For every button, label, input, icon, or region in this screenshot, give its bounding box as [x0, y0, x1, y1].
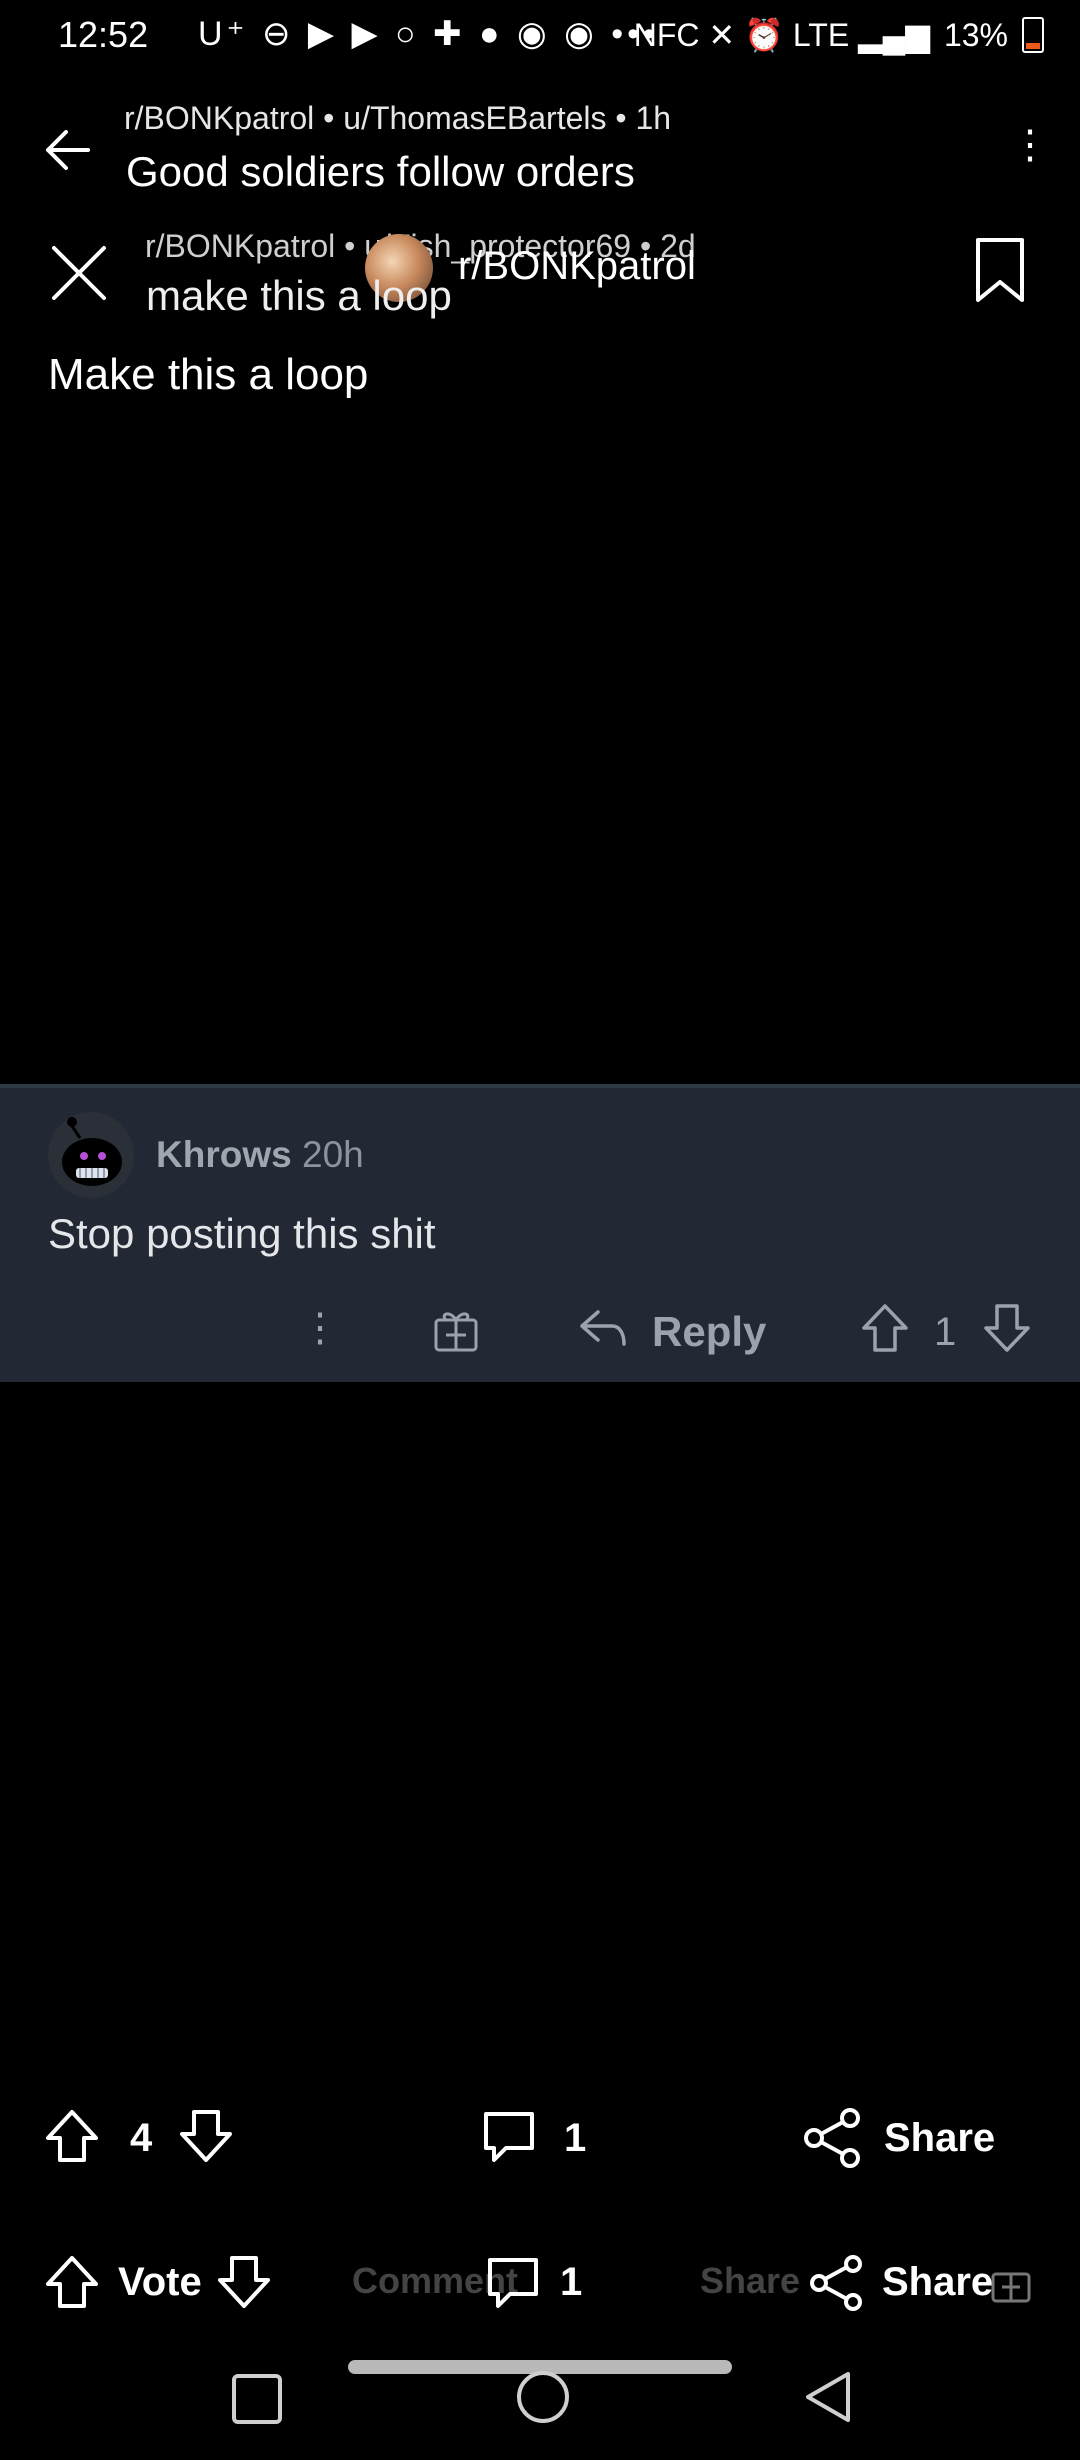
comment-icon[interactable] — [480, 2108, 538, 2166]
status-bar: 12:52 U⁺ ⊖ ▶ ▶ ○ ✚ ● ◉ ◉ ••• NFC ✕ ⏰ LTE… — [0, 0, 1080, 80]
downvote-icon[interactable] — [178, 2108, 234, 2164]
community-name[interactable]: r/BONKpatrol — [458, 244, 696, 289]
share-ghost-label: Share — [700, 2260, 801, 2301]
bookmark-icon[interactable] — [974, 236, 1026, 304]
recents-icon[interactable] — [230, 2372, 284, 2426]
share-button[interactable]: Share — [884, 2116, 995, 2161]
battery-icon — [1022, 17, 1044, 53]
vote-down-icon[interactable] — [216, 2254, 272, 2310]
nav-back-icon[interactable] — [800, 2368, 858, 2426]
more-options-icon[interactable]: ⋮ — [1010, 122, 1050, 168]
share-icon[interactable] — [802, 2108, 864, 2168]
notification-icons: U⁺ ⊖ ▶ ▶ ○ ✚ ● ◉ ◉ ••• — [198, 15, 659, 53]
comment-score: 1 — [934, 1310, 957, 1354]
comment-icon-secondary[interactable] — [484, 2254, 542, 2312]
share-icon-secondary[interactable] — [808, 2254, 866, 2312]
vote-up-icon[interactable] — [44, 2254, 100, 2310]
reply-icon[interactable] — [578, 1306, 628, 1350]
system-icons: NFC ✕ ⏰ LTE ▂▄▆ 13% — [634, 16, 1044, 54]
close-icon[interactable] — [46, 240, 112, 306]
signal-icons: NFC ✕ ⏰ LTE ▂▄▆ — [633, 17, 930, 53]
vote-label[interactable]: Vote — [118, 2260, 202, 2305]
comment-count: 1 — [564, 2116, 587, 2160]
home-icon[interactable] — [514, 2368, 572, 2426]
award-icon[interactable] — [432, 1306, 480, 1354]
post-title: Make this a loop — [48, 350, 369, 399]
secondary-title: make this a loop — [146, 272, 452, 319]
header-title: Good soldiers follow orders — [126, 148, 635, 195]
reply-button[interactable]: Reply — [652, 1308, 766, 1356]
comment-username[interactable]: Khrows — [156, 1134, 292, 1176]
comment-body: Stop posting this shit — [48, 1210, 436, 1257]
post-meta[interactable]: r/BONKpatrol • u/ThomasEBartels • 1h — [124, 100, 671, 137]
award-icon-secondary[interactable] — [990, 2262, 1032, 2304]
battery-percent: 13% — [943, 16, 1008, 53]
back-arrow-icon[interactable] — [38, 120, 98, 180]
upvote-icon[interactable] — [44, 2108, 100, 2164]
comment-count-secondary: 1 — [560, 2260, 583, 2304]
share-button-secondary[interactable]: Share — [882, 2260, 993, 2305]
comment-upvote-icon[interactable] — [860, 1302, 910, 1354]
comment-more-icon[interactable]: ⋮ — [300, 1305, 340, 1351]
post-score: 4 — [130, 2116, 153, 2160]
status-time: 12:52 — [58, 14, 149, 55]
comment-time: 20h — [302, 1134, 364, 1175]
comment-downvote-icon[interactable] — [982, 1302, 1032, 1354]
commenter-avatar[interactable] — [46, 1110, 136, 1200]
